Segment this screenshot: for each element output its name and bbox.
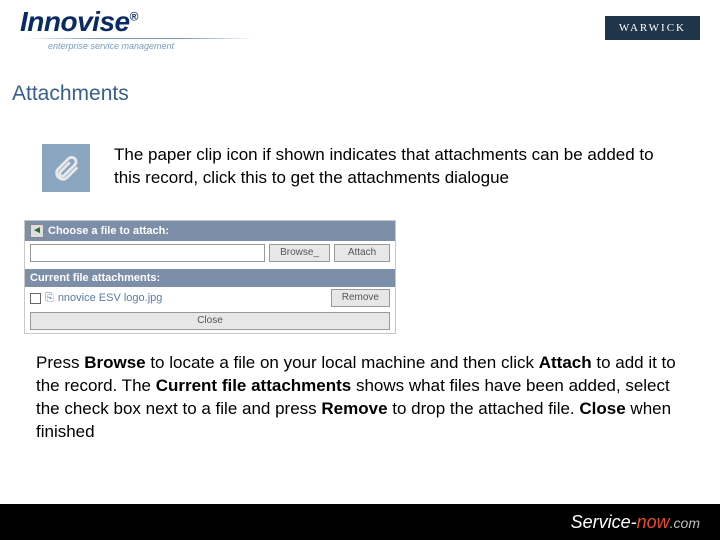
instr-text: Press: [36, 353, 84, 372]
intro-text: The paper clip icon if shown indicates t…: [114, 144, 660, 190]
attached-file-name[interactable]: nnovice ESV logo.jpg: [58, 292, 327, 304]
file-path-input[interactable]: [30, 244, 265, 262]
instr-text: to locate a file on your local machine a…: [146, 353, 539, 372]
back-icon[interactable]: ◄: [30, 224, 44, 238]
instr-remove: Remove: [321, 399, 387, 418]
mini-paperclip-icon: ⎘: [45, 292, 54, 305]
innovise-logo: Innovise® enterprise service management: [20, 8, 254, 51]
instructions-paragraph: Press Browse to locate a file on your lo…: [0, 334, 720, 444]
logo-service: Service: [571, 512, 631, 533]
instr-text: to drop the attached file.: [388, 399, 580, 418]
paperclip-svg: [51, 153, 81, 183]
registered-mark: ®: [130, 10, 138, 24]
current-label: Current file attachments:: [30, 272, 160, 284]
file-picker-row: Browse_ Attach: [25, 241, 395, 263]
attach-button[interactable]: Attach: [334, 244, 390, 262]
paperclip-icon[interactable]: [42, 144, 90, 192]
logo-dotcom: .com: [670, 515, 700, 531]
intro-row: The paper clip icon if shown indicates t…: [0, 106, 720, 192]
dialog-footer: Close: [25, 310, 395, 333]
instr-attach: Attach: [539, 353, 592, 372]
header-bar: Innovise® enterprise service management …: [0, 0, 720, 64]
instr-close: Close: [579, 399, 625, 418]
attachments-dialog: ◄ Choose a file to attach: Browse_ Attac…: [24, 220, 396, 334]
logo-tagline: enterprise service management: [48, 41, 254, 51]
logo-text: Innovise®: [20, 8, 254, 36]
dialog-header-current: Current file attachments:: [25, 269, 395, 287]
file-checkbox[interactable]: [30, 293, 41, 304]
instr-current: Current file attachments: [156, 376, 352, 395]
attachment-row: ⎘ nnovice ESV logo.jpg Remove: [25, 287, 395, 310]
logo-now: now: [637, 512, 670, 533]
choose-label: Choose a file to attach:: [48, 225, 169, 237]
logo-word: Innovise: [20, 6, 130, 37]
footer-bar: Service-now.com: [0, 504, 720, 540]
browse-button[interactable]: Browse_: [269, 244, 330, 262]
warwick-badge: WARWICK: [605, 16, 700, 40]
instr-browse: Browse: [84, 353, 145, 372]
servicenow-logo: Service-now.com: [571, 512, 700, 533]
dialog-header-choose: ◄ Choose a file to attach:: [25, 221, 395, 241]
close-button[interactable]: Close: [30, 312, 390, 330]
remove-button[interactable]: Remove: [331, 289, 390, 307]
section-title: Attachments: [0, 64, 720, 106]
logo-rule: [24, 38, 254, 39]
